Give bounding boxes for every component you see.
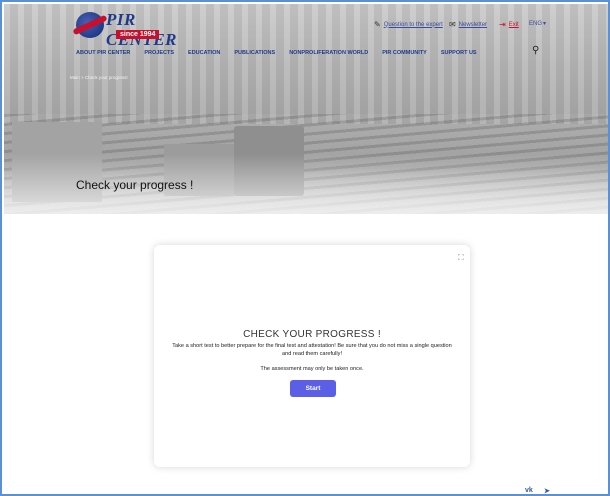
mail-icon: ✉ xyxy=(449,20,456,29)
nav-item-support-us[interactable]: SUPPORT US xyxy=(441,50,477,56)
card-description: Take a short test to better prepare for … xyxy=(172,343,452,357)
telegram-icon[interactable]: ➤ xyxy=(544,487,550,494)
nav-item-nonproliferation-world[interactable]: NONPROLIFERATION WORLD xyxy=(289,50,368,56)
language-selector[interactable]: ENG ▾ xyxy=(529,20,547,28)
exit-label: Exit xyxy=(508,21,519,28)
language-label: ENG xyxy=(529,20,543,27)
exit-link[interactable]: ⇥ Exit xyxy=(499,20,519,29)
fullscreen-icon[interactable]: ⛶ xyxy=(458,253,464,263)
main-nav: ABOUT PIR CENTER PROJECTS EDUCATION PUBL… xyxy=(76,50,477,56)
page-title: Check your progress ! xyxy=(76,178,194,192)
nav-item-pir-community[interactable]: PIR COMMUNITY xyxy=(382,50,427,56)
newsletter-link[interactable]: ✉ Newsletter xyxy=(449,20,487,29)
nav-item-projects[interactable]: PROJECTS xyxy=(144,50,174,56)
card-note: The assessment may only be taken once. xyxy=(260,366,364,372)
card-title: CHECK YOUR PROGRESS ! xyxy=(243,329,381,340)
chevron-down-icon: ▾ xyxy=(543,21,547,27)
vk-icon[interactable]: vk xyxy=(525,487,533,494)
exit-icon: ⇥ xyxy=(499,20,506,29)
nav-item-education[interactable]: EDUCATION xyxy=(188,50,220,56)
start-button[interactable]: Start xyxy=(290,380,336,397)
search-icon[interactable]: ⚲ xyxy=(532,45,539,56)
site-logo[interactable]: PIR CENTER since 1994 xyxy=(72,10,177,49)
nav-item-about[interactable]: ABOUT PIR CENTER xyxy=(76,50,130,56)
question-label: Question to the expert xyxy=(383,21,443,28)
breadcrumb[interactable]: Main > Check your progress! xyxy=(70,75,128,80)
pencil-icon: ✎ xyxy=(374,20,381,29)
logo-since: since 1994 xyxy=(116,30,160,39)
nav-item-publications[interactable]: PUBLICATIONS xyxy=(234,50,275,56)
newsletter-label: Newsletter xyxy=(458,21,488,28)
question-to-expert-link[interactable]: ✎ Question to the expert xyxy=(374,20,443,29)
browser-frame: PIR CENTER since 1994 ✎ Question to the … xyxy=(0,0,610,496)
